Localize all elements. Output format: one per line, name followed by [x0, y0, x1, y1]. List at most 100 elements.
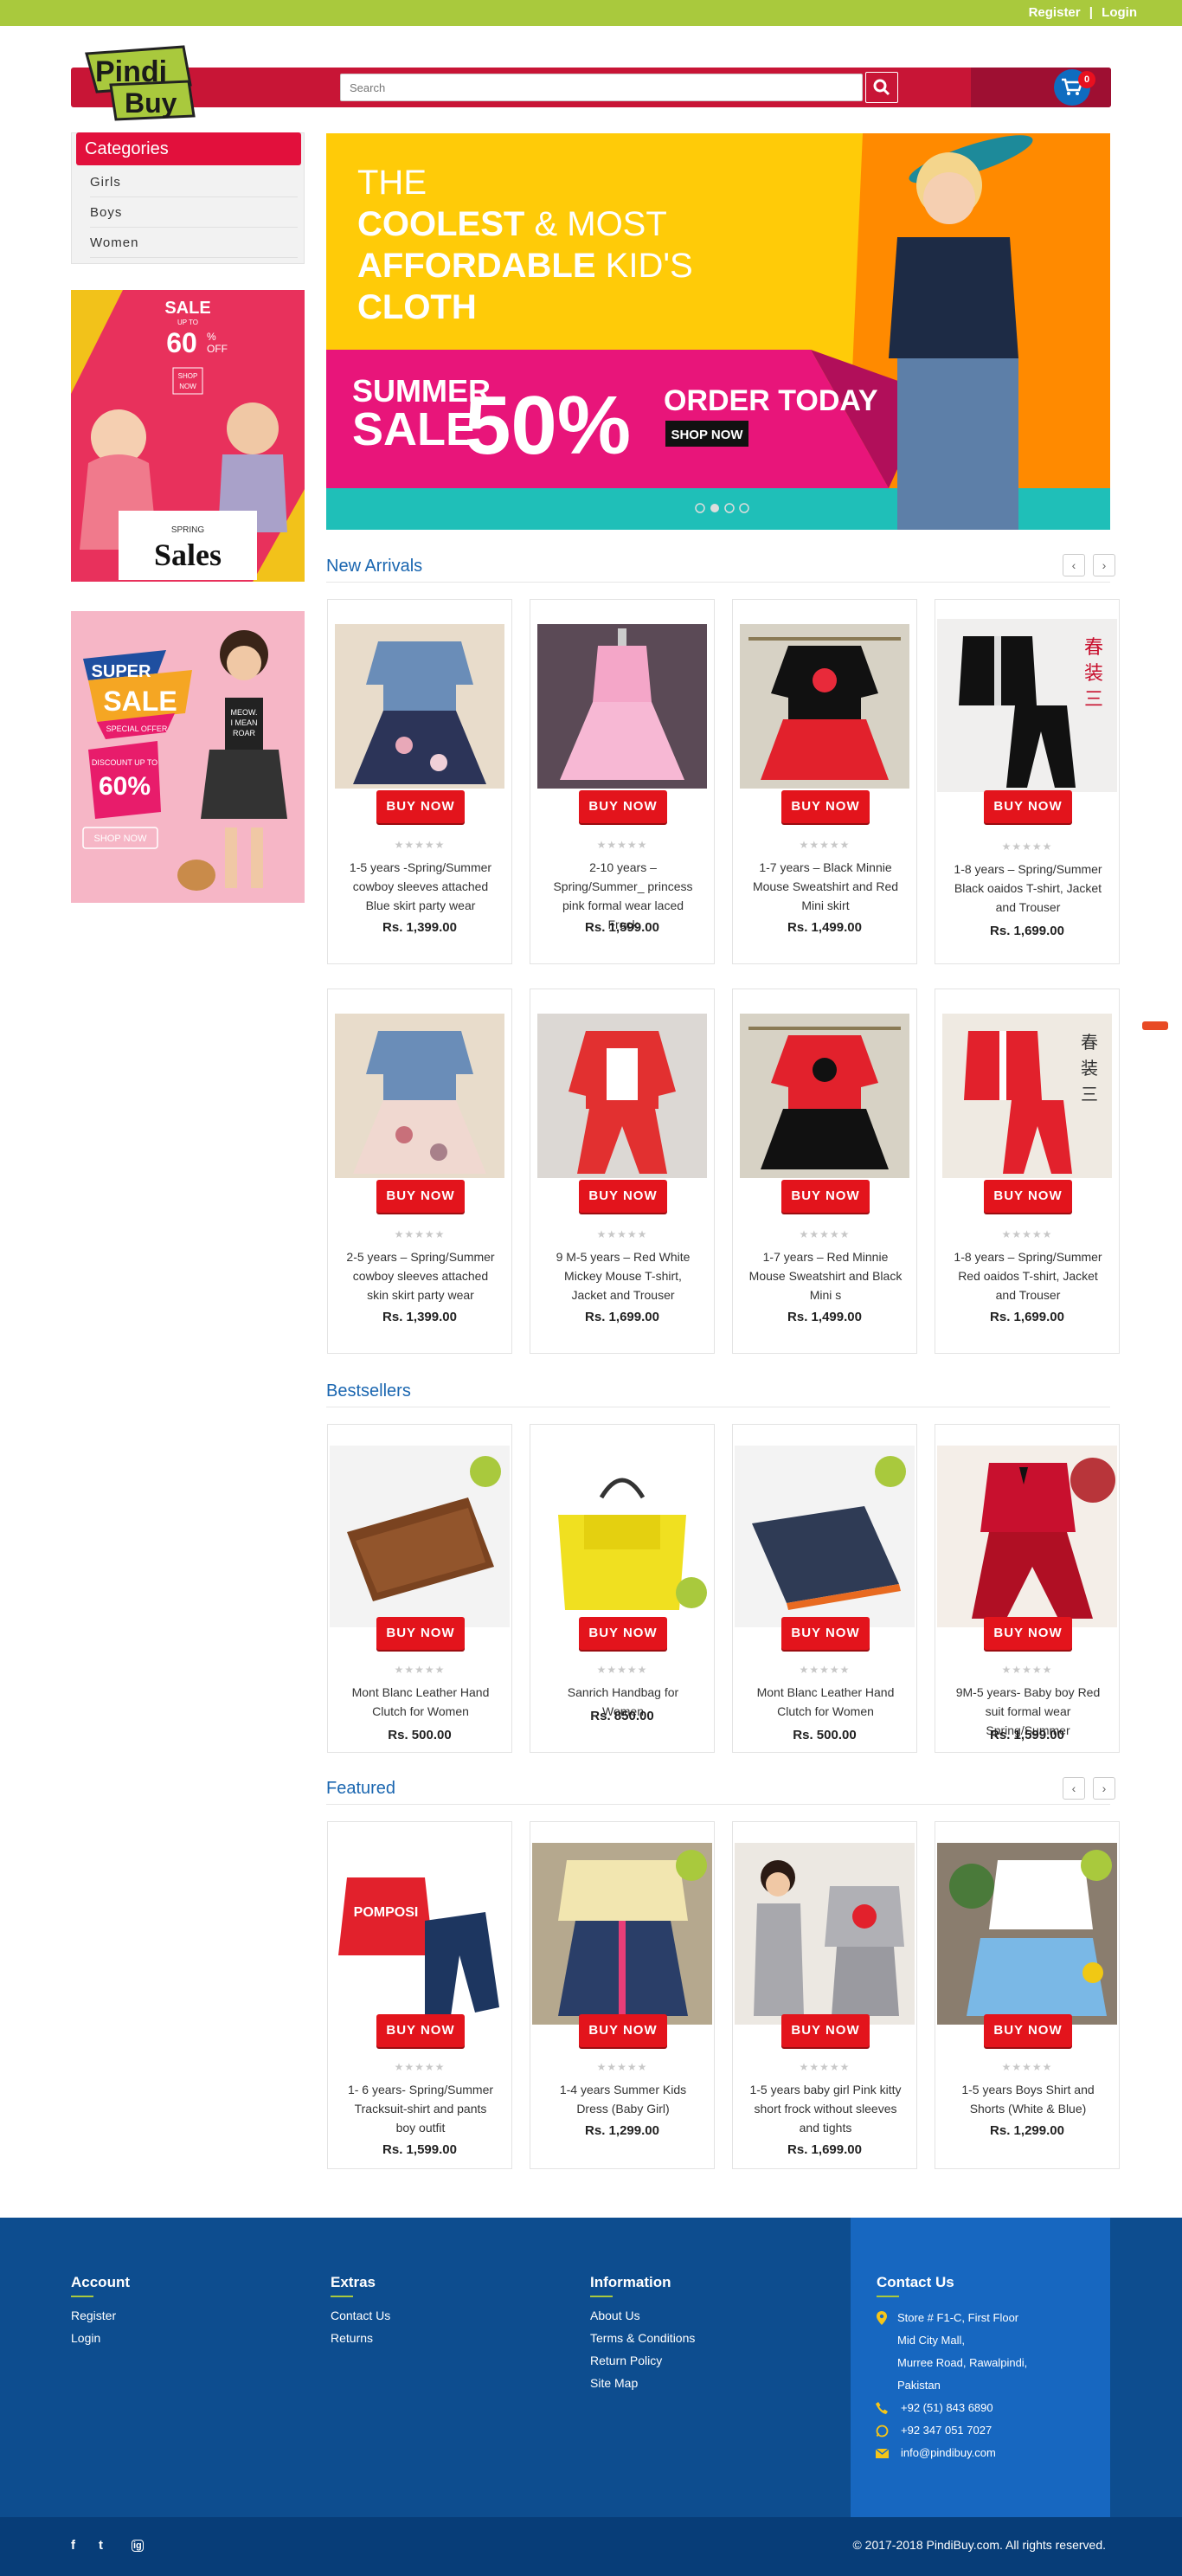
footer-link-returns[interactable]: Returns	[331, 2331, 373, 2345]
site-logo[interactable]: Pindi Buy	[80, 43, 209, 121]
login-link[interactable]: Login	[1102, 5, 1137, 20]
product-price: Rs. 1,499.00	[787, 1310, 862, 1324]
instagram-icon[interactable]: ig	[132, 2540, 144, 2552]
new-arrivals-next-button[interactable]: ›	[1093, 554, 1115, 576]
footer-link-return-policy[interactable]: Return Policy	[590, 2354, 662, 2367]
product-card[interactable]: BUY NOW ★★★★★ Mont Blanc Leather Hand Cl…	[327, 1424, 512, 1753]
product-card[interactable]: BUY NOW ★★★★★ 2-10 years – Spring/Summer…	[530, 599, 715, 964]
product-card[interactable]: BUY NOW ★★★★★ 1-4 years Summer Kids Dres…	[530, 1821, 715, 2169]
twitter-icon[interactable]: t	[99, 2538, 103, 2553]
promo2-shop-now: SHOP NOW	[94, 834, 148, 844]
product-name[interactable]: 9 M-5 years – Red White Mickey Mouse T-s…	[546, 1247, 700, 1304]
product-name[interactable]: 1- 6 years- Spring/Summer Tracksuit-shir…	[344, 2080, 498, 2137]
product-card[interactable]: BUY NOW ★★★★★ 1-7 years – Black Minnie M…	[732, 599, 917, 964]
register-link[interactable]: Register	[1029, 5, 1081, 20]
product-image[interactable]	[937, 1843, 1117, 2025]
product-card[interactable]: 春装三 BUY NOW ★★★★★ 1-8 years – Spring/Sum…	[935, 989, 1120, 1354]
product-name[interactable]: 1-5 years -Spring/Summer cowboy sleeves …	[344, 858, 498, 915]
product-card[interactable]: BUY NOW ★★★★★ Mont Blanc Leather Hand Cl…	[732, 1424, 917, 1753]
footer-link-terms[interactable]: Terms & Conditions	[590, 2331, 695, 2345]
product-image[interactable]	[537, 624, 707, 789]
spring-sale-banner[interactable]: SALE UP TO 60 % OFF SHOP NOW SPRING Sale…	[71, 290, 305, 582]
product-card[interactable]: 春装三 BUY NOW ★★★★★ 1-8 years – Spring/Sum…	[935, 599, 1120, 964]
footer-link-site-map[interactable]: Site Map	[590, 2376, 638, 2390]
product-image[interactable]	[735, 1843, 915, 2025]
category-women[interactable]: Women	[90, 235, 298, 258]
buy-now-button[interactable]: BUY NOW	[984, 790, 1072, 823]
product-card[interactable]: BUY NOW ★★★★★ Sanrich Handbag for Women …	[530, 1424, 715, 1753]
buy-now-button[interactable]: BUY NOW	[579, 790, 667, 823]
product-card[interactable]: POMPOSI BUY NOW ★★★★★ 1- 6 years- Spring…	[327, 1821, 512, 2169]
product-name[interactable]: 1-4 years Summer Kids Dress (Baby Girl)	[546, 2080, 700, 2118]
product-image[interactable]	[330, 1446, 510, 1627]
hero-slider[interactable]: THE COOLEST & MOST AFFORDABLE KID'S CLOT…	[326, 133, 1110, 530]
product-image[interactable]: 春装三	[942, 1014, 1112, 1178]
product-name[interactable]: 1-8 years – Spring/Summer Black oaidos T…	[951, 860, 1105, 917]
product-image[interactable]	[735, 1446, 915, 1627]
search-input[interactable]	[340, 74, 863, 101]
product-card[interactable]: BUY NOW ★★★★★ 1-7 years – Red Minnie Mou…	[732, 989, 917, 1354]
contact-whatsapp[interactable]: +92 347 051 7027	[901, 2424, 992, 2437]
svg-text:AFFORDABLE KID'S: AFFORDABLE KID'S	[357, 247, 693, 285]
buy-now-button[interactable]: BUY NOW	[984, 1617, 1072, 1650]
hero-line1: THE	[357, 164, 427, 202]
footer-link-contact-us[interactable]: Contact Us	[331, 2309, 390, 2322]
buy-now-button[interactable]: BUY NOW	[984, 2014, 1072, 2047]
facebook-icon[interactable]: f	[71, 2538, 75, 2553]
super-sale-banner[interactable]: SUPER SALE SPECIAL OFFER DISCOUNT UP TO …	[71, 611, 305, 903]
contact-phone[interactable]: +92 (51) 843 6890	[901, 2401, 993, 2414]
product-image[interactable]	[335, 624, 504, 789]
product-name[interactable]: Mont Blanc Leather Hand Clutch for Women	[748, 1683, 903, 1721]
buy-now-button[interactable]: BUY NOW	[984, 1180, 1072, 1213]
product-name[interactable]: 1-5 years baby girl Pink kitty short fro…	[748, 2080, 903, 2137]
footer-link-about-us[interactable]: About Us	[590, 2309, 640, 2322]
buy-now-button[interactable]: BUY NOW	[579, 2014, 667, 2047]
product-card[interactable]: BUY NOW ★★★★★ 9M-5 years- Baby boy Red s…	[935, 1424, 1120, 1753]
product-image[interactable]: 春装三	[937, 619, 1117, 792]
buy-now-button[interactable]: BUY NOW	[579, 1180, 667, 1213]
contact-address-line2: Mid City Mall,	[897, 2334, 966, 2347]
product-name[interactable]: 2-5 years – Spring/Summer cowboy sleeves…	[344, 1247, 498, 1304]
rating-stars: ★★★★★	[799, 839, 851, 851]
buy-now-button[interactable]: BUY NOW	[579, 1617, 667, 1650]
product-image[interactable]	[740, 1014, 909, 1178]
footer-link-register[interactable]: Register	[71, 2309, 116, 2322]
product-image[interactable]: POMPOSI	[330, 1843, 510, 2025]
search-button[interactable]	[865, 72, 898, 103]
buy-now-button[interactable]: BUY NOW	[376, 2014, 465, 2047]
product-image[interactable]	[335, 1014, 504, 1178]
buy-now-button[interactable]: BUY NOW	[781, 1180, 870, 1213]
feedback-tab[interactable]	[1142, 1021, 1168, 1030]
contact-email[interactable]: info@pindibuy.com	[901, 2446, 996, 2459]
buy-now-button[interactable]: BUY NOW	[781, 2014, 870, 2047]
product-image[interactable]	[537, 1014, 707, 1178]
product-name[interactable]: 1-7 years – Black Minnie Mouse Sweatshir…	[748, 858, 903, 915]
product-card[interactable]: BUY NOW ★★★★★ 1-5 years Boys Shirt and S…	[935, 1821, 1120, 2169]
product-name[interactable]: 1-8 years – Spring/Summer Red oaidos T-s…	[951, 1247, 1105, 1304]
buy-now-button[interactable]: BUY NOW	[376, 1617, 465, 1650]
product-card[interactable]: BUY NOW ★★★★★ 1-5 years baby girl Pink k…	[732, 1821, 917, 2169]
buy-now-button[interactable]: BUY NOW	[376, 790, 465, 823]
product-image[interactable]	[532, 1843, 712, 2025]
footer-link-login[interactable]: Login	[71, 2331, 100, 2345]
product-image[interactable]	[532, 1463, 712, 1619]
product-name[interactable]: 1-7 years – Red Minnie Mouse Sweatshirt …	[748, 1247, 903, 1304]
hero-kids: KID'S	[596, 247, 693, 285]
buy-now-button[interactable]: BUY NOW	[781, 790, 870, 823]
product-card[interactable]: BUY NOW ★★★★★ 9 M-5 years – Red White Mi…	[530, 989, 715, 1354]
logo-graphic: Pindi Buy	[85, 45, 196, 121]
category-girls[interactable]: Girls	[90, 175, 298, 197]
buy-now-button[interactable]: BUY NOW	[781, 1617, 870, 1650]
product-name[interactable]: Mont Blanc Leather Hand Clutch for Women	[344, 1683, 498, 1721]
product-image[interactable]	[740, 624, 909, 789]
featured-prev-button[interactable]: ‹	[1063, 1777, 1085, 1800]
buy-now-button[interactable]: BUY NOW	[376, 1180, 465, 1213]
product-card[interactable]: BUY NOW ★★★★★ 1-5 years -Spring/Summer c…	[327, 599, 512, 964]
product-name[interactable]: 1-5 years Boys Shirt and Shorts (White &…	[951, 2080, 1105, 2118]
new-arrivals-prev-button[interactable]: ‹	[1063, 554, 1085, 576]
product-card[interactable]: BUY NOW ★★★★★ 2-5 years – Spring/Summer …	[327, 989, 512, 1354]
category-boys[interactable]: Boys	[90, 205, 298, 228]
logo-text-pindi: Pindi	[95, 55, 167, 88]
product-image[interactable]	[937, 1446, 1117, 1627]
featured-next-button[interactable]: ›	[1093, 1777, 1115, 1800]
